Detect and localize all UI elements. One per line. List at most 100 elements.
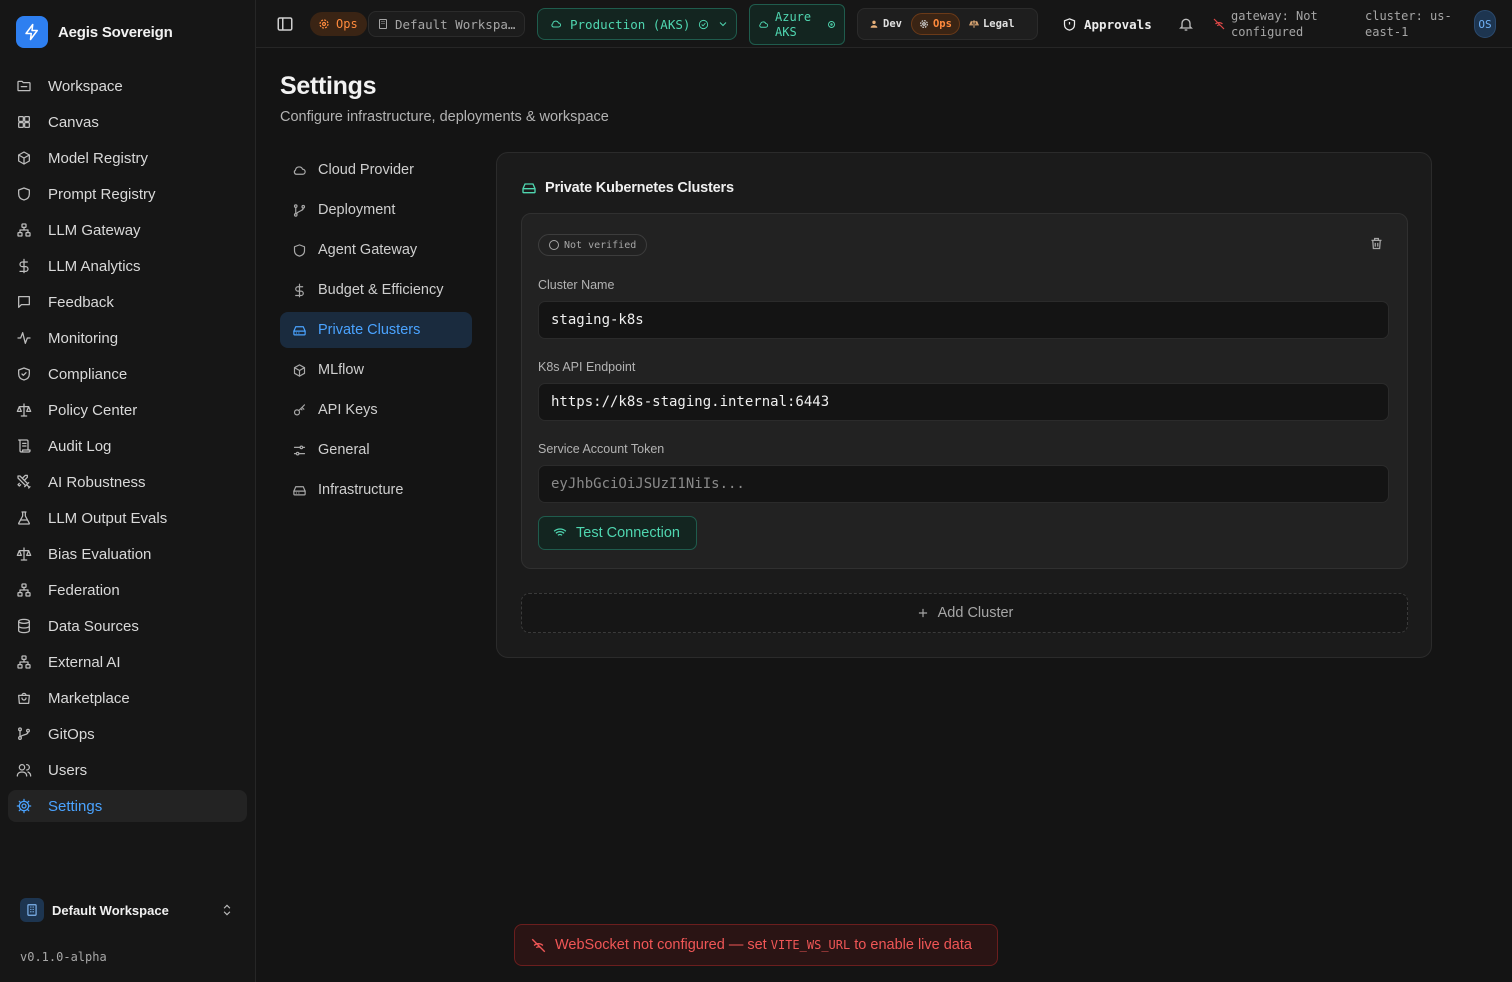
settings-tab-agent-gateway[interactable]: Agent Gateway — [280, 232, 472, 268]
settings-tab-infrastructure[interactable]: Infrastructure — [280, 472, 472, 508]
add-cluster-button[interactable]: Add Cluster — [521, 593, 1408, 633]
cloud-provider-chip[interactable]: Azure AKS — [749, 4, 845, 45]
brand[interactable]: Aegis Sovereign — [16, 16, 173, 48]
top-bar: Ops Default Workspa… Production (AKS) Az… — [256, 0, 1512, 48]
sidebar-item-llm-gateway[interactable]: LLM Gateway — [8, 214, 247, 246]
approvals-button[interactable]: Approvals — [1062, 14, 1152, 34]
sidebar-item-policy-center[interactable]: Policy Center — [8, 394, 247, 426]
cluster-name-input[interactable]: staging-k8s — [538, 301, 1389, 339]
scroll-icon — [16, 438, 32, 454]
sidebar-item-label: Compliance — [48, 365, 128, 383]
users-icon — [16, 762, 32, 778]
toast-code: VITE_WS_URL — [770, 938, 851, 952]
status-circle-icon — [827, 20, 836, 29]
k8s-endpoint-input[interactable]: https://k8s-staging.internal:6443 — [538, 383, 1389, 421]
settings-tab-deployment[interactable]: Deployment — [280, 192, 472, 228]
git-icon — [292, 203, 307, 218]
sidebar-item-bias-evaluation[interactable]: Bias Evaluation — [8, 538, 247, 570]
git-branch-icon — [16, 726, 32, 742]
sidebar-item-label: Policy Center — [48, 401, 138, 419]
sidebar-item-audit-log[interactable]: Audit Log — [8, 430, 247, 462]
role-dev[interactable]: Dev — [862, 13, 909, 35]
cog-icon — [318, 18, 330, 30]
settings-tab-api-keys[interactable]: API Keys — [280, 392, 472, 428]
cog-icon — [919, 19, 929, 29]
avatar[interactable]: OS — [1474, 10, 1496, 38]
role-ops[interactable]: Ops — [910, 13, 960, 35]
sidebar-toggle-icon[interactable] — [276, 14, 296, 34]
sidebar-item-canvas[interactable]: Canvas — [8, 106, 247, 138]
settings-tab-label: API Keys — [318, 402, 378, 418]
sidebar-item-llm-analytics[interactable]: LLM Analytics — [8, 250, 247, 282]
gateway-status: gateway: Not configured — [1213, 8, 1343, 40]
sidebar-item-llm-output-evals[interactable]: LLM Output Evals — [8, 502, 247, 534]
sidebar-item-federation[interactable]: Federation — [8, 574, 247, 606]
database-icon — [16, 618, 32, 634]
settings-tab-budget-and-efficiency[interactable]: Budget & Efficiency — [280, 272, 472, 308]
key-icon — [292, 403, 307, 418]
sidebar-item-gitops[interactable]: GitOps — [8, 718, 247, 750]
network-icon — [16, 222, 32, 238]
workspace-chip-label: Default Workspa… — [395, 16, 516, 32]
toast-prefix: WebSocket not configured — set — [555, 937, 771, 953]
cluster-line2: east-1 — [1365, 25, 1409, 39]
sidebar-item-feedback[interactable]: Feedback — [8, 286, 247, 318]
sidebar-item-settings[interactable]: Settings — [8, 790, 247, 822]
app-version: v0.1.0-alpha — [20, 950, 107, 964]
sidebar-item-external-ai[interactable]: External AI — [8, 646, 247, 678]
sidebar-item-label: GitOps — [48, 725, 95, 743]
main-nav: Workspace Canvas Model Registry Prompt Regi… — [8, 70, 247, 826]
role-legal[interactable]: Legal — [962, 13, 1022, 35]
workspace-switcher[interactable]: Default Workspace — [12, 894, 244, 926]
trash-icon[interactable] — [1369, 236, 1385, 252]
bell-icon[interactable] — [1178, 15, 1196, 33]
shield-check-icon — [16, 366, 32, 382]
sidebar-item-label: Prompt Registry — [48, 185, 156, 203]
sidebar-item-marketplace[interactable]: Marketplace — [8, 682, 247, 714]
scale-icon — [16, 546, 32, 562]
gear-icon — [16, 798, 32, 814]
gateway-status-text: gateway: Not configured — [1231, 8, 1343, 40]
sidebar-item-label: AI Robustness — [48, 473, 146, 491]
workspace-name: Default Workspace — [52, 902, 169, 918]
cloud-provider-line1: Azure — [775, 9, 812, 24]
sidebar-item-ai-robustness[interactable]: AI Robustness — [8, 466, 247, 498]
brand-name: Aegis Sovereign — [58, 23, 173, 41]
sidebar-item-label: Model Registry — [48, 149, 149, 167]
hard-drive-icon — [292, 323, 307, 338]
settings-tab-label: General — [318, 442, 370, 458]
sidebar-item-model-registry[interactable]: Model Registry — [8, 142, 247, 174]
sidebar-item-prompt-registry[interactable]: Prompt Registry — [8, 178, 247, 210]
cluster-name-label: Cluster Name — [538, 278, 615, 292]
settings-tab-private-clusters[interactable]: Private Clusters — [280, 312, 472, 348]
cube-icon — [16, 150, 32, 166]
role-legal-label: Legal — [982, 18, 1015, 30]
settings-nav: Cloud Provider Deployment Agent Gateway Bud… — [280, 152, 472, 512]
service-token-input[interactable]: eyJhbGciOiJSUzI1NiIs... — [538, 465, 1389, 503]
settings-tab-cloud-provider[interactable]: Cloud Provider — [280, 152, 472, 188]
sidebar-item-workspace[interactable]: Workspace — [8, 70, 247, 102]
settings-tab-general[interactable]: General — [280, 432, 472, 468]
folder-icon — [16, 78, 32, 94]
plus-icon — [916, 606, 930, 620]
swords-icon — [16, 474, 32, 490]
approvals-label: Approvals — [1084, 16, 1152, 32]
role-chip-label: Ops — [336, 17, 358, 31]
sidebar-item-users[interactable]: Users — [8, 754, 247, 786]
cloud-provider-label: Azure AKS — [775, 10, 821, 40]
sidebar-item-monitoring[interactable]: Monitoring — [8, 322, 247, 354]
environment-select[interactable]: Production (AKS) — [537, 8, 737, 40]
role-chip[interactable]: Ops — [310, 12, 367, 36]
sidebar-item-compliance[interactable]: Compliance — [8, 358, 247, 390]
dollar-icon — [16, 258, 32, 274]
shield-icon — [292, 243, 307, 258]
sidebar-item-data-sources[interactable]: Data Sources — [8, 610, 247, 642]
test-connection-button[interactable]: Test Connection — [538, 516, 697, 550]
settings-tab-mlflow[interactable]: MLflow — [280, 352, 472, 388]
websocket-error-toast: WebSocket not configured — set VITE_WS_U… — [514, 924, 998, 966]
private-clusters-panel: Private Kubernetes Clusters Not verified… — [496, 152, 1432, 658]
settings-tab-label: MLflow — [318, 362, 364, 378]
workspace-chip[interactable]: Default Workspa… — [368, 11, 525, 37]
message-icon — [16, 294, 32, 310]
role-switcher: Dev Ops Legal — [857, 8, 1038, 40]
